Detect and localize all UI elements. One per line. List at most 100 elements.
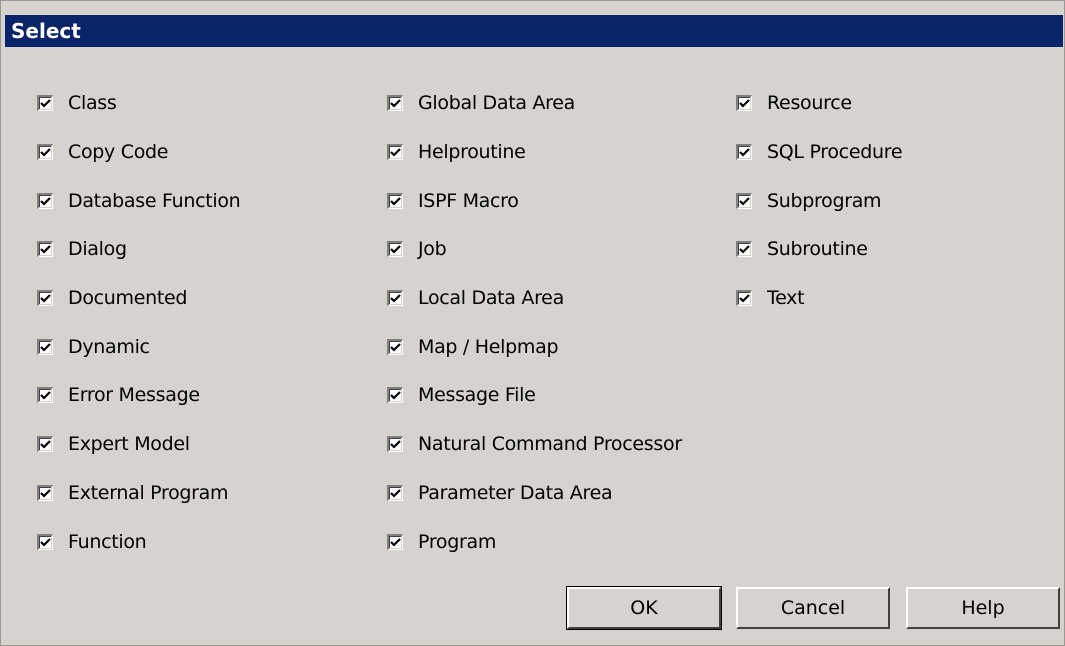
checkbox[interactable] — [387, 533, 403, 550]
checkmark-icon — [40, 343, 51, 352]
checkbox-row[interactable]: Job — [387, 225, 682, 274]
ok-button[interactable]: OK — [566, 586, 722, 630]
checkbox-row[interactable]: Natural Command Processor — [387, 420, 682, 469]
checkbox[interactable] — [37, 241, 53, 258]
checkbox-label: Job — [418, 238, 447, 261]
checkbox[interactable] — [387, 192, 403, 209]
checkmark-icon — [739, 294, 750, 303]
checkbox[interactable] — [736, 144, 752, 161]
checkbox-label: Message File — [418, 384, 536, 407]
checkbox-row[interactable]: Error Message — [37, 371, 240, 420]
checkbox-label: Dialog — [68, 238, 127, 261]
select-dialog: Select Class Copy Code Database Function Di… — [0, 0, 1065, 646]
checkmark-icon — [390, 343, 401, 352]
checkbox[interactable] — [37, 387, 53, 404]
checkbox[interactable] — [387, 436, 403, 453]
checkbox[interactable] — [736, 241, 752, 258]
checkbox-column-1: Class Copy Code Database Function Dialog Doc… — [37, 79, 241, 566]
checkbox[interactable] — [37, 533, 53, 550]
checkbox-row[interactable]: Local Data Area — [387, 274, 682, 323]
checkbox-label: Program — [418, 530, 497, 553]
checkbox-column-3: Resource SQL Procedure Subprogram Subroutin… — [736, 79, 903, 323]
checkbox-row[interactable]: Program — [387, 517, 682, 566]
checkbox-row[interactable]: Message File — [387, 371, 682, 420]
checkbox-label: External Program — [68, 481, 229, 504]
checkbox[interactable] — [37, 144, 53, 161]
checkbox-label: Database Function — [68, 189, 241, 212]
checkmark-icon — [739, 148, 750, 157]
checkmark-icon — [390, 537, 401, 547]
checkbox-row[interactable]: Copy Code — [37, 128, 240, 177]
checkmark-icon — [390, 391, 401, 401]
checkmark-icon — [390, 99, 401, 108]
checkbox[interactable] — [387, 144, 403, 161]
checkbox-row[interactable]: ISPF Macro — [387, 176, 682, 225]
checkbox-row[interactable]: Helproutine — [387, 128, 682, 177]
help-button[interactable]: Help — [906, 587, 1060, 629]
checkbox[interactable] — [736, 192, 752, 209]
checkbox[interactable] — [736, 290, 752, 307]
checkmark-icon — [40, 440, 51, 449]
checkbox-label: Copy Code — [68, 141, 169, 164]
checkbox-row[interactable]: Parameter Data Area — [387, 469, 682, 518]
checkbox[interactable] — [37, 192, 53, 209]
checkbox[interactable] — [736, 95, 752, 112]
checkmark-icon — [40, 148, 51, 157]
checkmark-icon — [390, 196, 401, 206]
checkmark-icon — [739, 99, 750, 108]
checkbox-label: Global Data Area — [418, 92, 575, 115]
checkbox-row[interactable]: Map / Helpmap — [387, 322, 682, 371]
dialog-title: Select — [5, 15, 1063, 47]
checkmark-icon — [40, 489, 51, 498]
checkbox-row[interactable]: Expert Model — [37, 420, 240, 469]
checkbox[interactable] — [37, 484, 53, 501]
checkmark-icon — [40, 245, 51, 254]
checkbox-row[interactable]: Subroutine — [736, 225, 902, 274]
checkbox-column-2: Global Data Area Helproutine ISPF Macro Job… — [387, 79, 682, 566]
checkmark-icon — [390, 148, 401, 157]
checkbox-row[interactable]: Resource — [736, 79, 902, 128]
checkbox-label: Text — [767, 287, 805, 310]
checkmark-icon — [390, 489, 401, 498]
checkbox[interactable] — [37, 290, 53, 307]
checkbox[interactable] — [387, 290, 403, 307]
checkbox-label: Expert Model — [68, 433, 190, 456]
checkbox-row[interactable]: Text — [736, 274, 902, 323]
checkbox-label: Dynamic — [68, 335, 150, 358]
checkbox-label: Map / Helpmap — [418, 335, 559, 358]
checkbox[interactable] — [387, 241, 403, 258]
checkmark-icon — [739, 245, 750, 254]
checkmark-icon — [390, 294, 401, 303]
checkbox-label: Helproutine — [418, 141, 526, 164]
checkbox-row[interactable]: Global Data Area — [387, 79, 682, 128]
checkbox[interactable] — [37, 338, 53, 355]
checkbox-row[interactable]: Documented — [37, 274, 240, 323]
checkmark-icon — [40, 391, 51, 401]
checkbox[interactable] — [37, 436, 53, 453]
checkmark-icon — [40, 294, 51, 303]
checkbox-label: Subroutine — [767, 238, 868, 261]
checkbox-row[interactable]: External Program — [37, 469, 240, 518]
checkmark-icon — [739, 196, 750, 206]
checkbox[interactable] — [387, 95, 403, 112]
cancel-button[interactable]: Cancel — [736, 587, 890, 629]
checkmark-icon — [40, 196, 51, 206]
checkbox-row[interactable]: Class — [37, 79, 240, 128]
checkbox-label: SQL Procedure — [767, 141, 903, 164]
checkbox[interactable] — [37, 95, 53, 112]
checkbox[interactable] — [387, 338, 403, 355]
checkbox[interactable] — [387, 484, 403, 501]
checkbox-label: Parameter Data Area — [418, 481, 613, 504]
checkbox-label: Subprogram — [767, 189, 882, 212]
checkbox-row[interactable]: Dynamic — [37, 322, 240, 371]
checkbox-row[interactable]: Subprogram — [736, 176, 902, 225]
checkbox-label: Error Message — [68, 384, 200, 407]
checkbox-row[interactable]: Database Function — [37, 176, 241, 225]
checkbox-row[interactable]: SQL Procedure — [736, 128, 903, 177]
checkbox-label: Local Data Area — [418, 287, 564, 310]
checkbox-row[interactable]: Function — [37, 517, 240, 566]
checkmark-icon — [390, 245, 401, 254]
checkbox-row[interactable]: Dialog — [37, 225, 240, 274]
checkbox-label: ISPF Macro — [418, 189, 519, 212]
checkbox[interactable] — [387, 387, 403, 404]
